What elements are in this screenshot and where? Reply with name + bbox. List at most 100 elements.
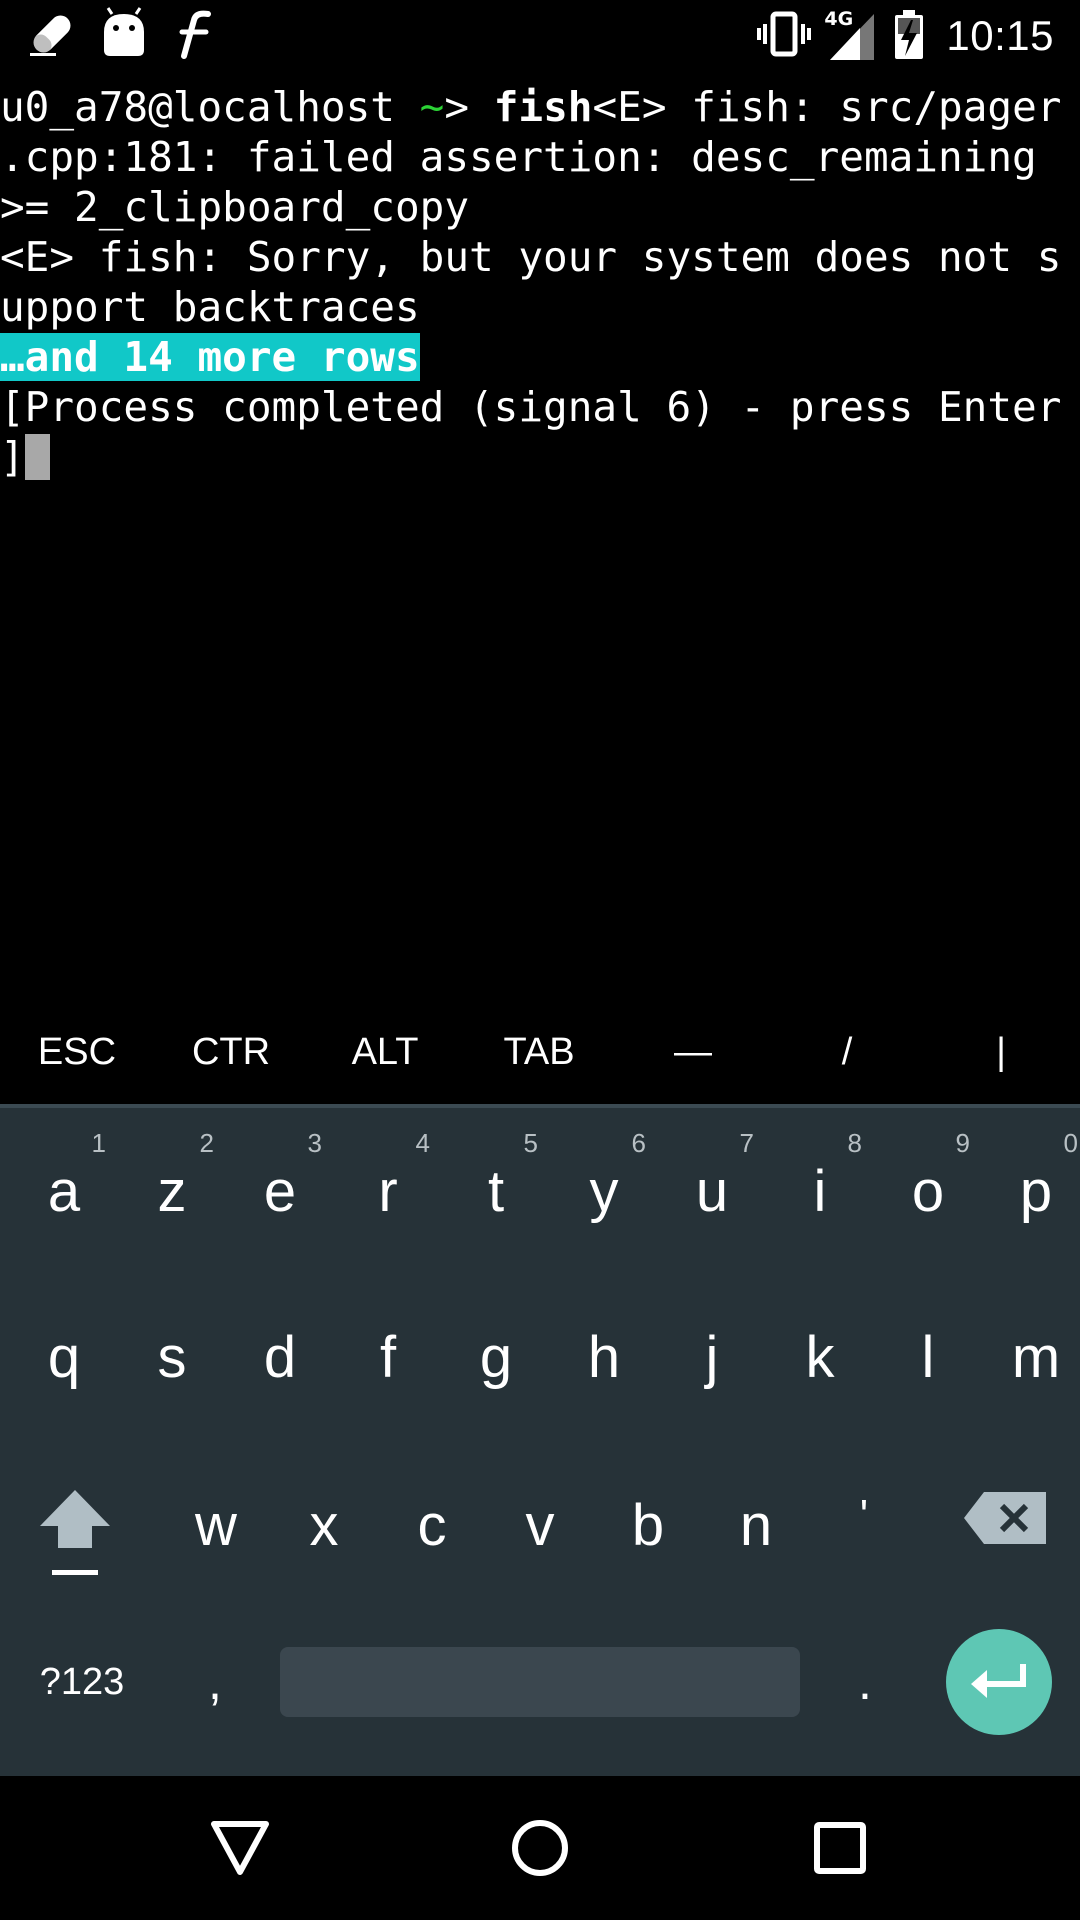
status-bar: 4G 10:15 <box>0 0 1080 72</box>
key-label: n <box>739 1493 773 1558</box>
key-hint: 3 <box>307 1128 322 1158</box>
terminal-line: u0_a78@localhost ~> fish<E> fish: src/pa… <box>0 82 1080 132</box>
space-bar[interactable] <box>280 1647 800 1717</box>
key-label: t <box>487 1159 505 1224</box>
key-m[interactable]: m <box>982 1318 1080 1398</box>
dash-key[interactable]: — <box>616 1031 770 1074</box>
key-u[interactable]: 7u <box>658 1128 766 1228</box>
keyboard-divider <box>0 1104 1080 1108</box>
key-c[interactable]: c <box>378 1486 486 1566</box>
backspace-icon <box>964 1492 1046 1544</box>
key-j[interactable]: j <box>658 1318 766 1398</box>
key-q[interactable]: q <box>10 1318 118 1398</box>
key-label: v <box>525 1493 555 1558</box>
esc-key[interactable]: ESC <box>0 1031 154 1074</box>
key-x[interactable]: x <box>270 1486 378 1566</box>
key-label: g <box>479 1325 513 1390</box>
android-icon <box>98 6 150 66</box>
recents-square-icon <box>814 1822 866 1874</box>
key-a[interactable]: 1a <box>10 1128 118 1228</box>
key-hint: 4 <box>415 1128 430 1158</box>
terminal-line: [Process completed (signal 6) - press En… <box>0 383 1062 431</box>
tab-key[interactable]: TAB <box>462 1031 616 1074</box>
back-triangle-icon <box>211 1821 269 1875</box>
key-z[interactable]: 2z <box>118 1128 226 1228</box>
key-hint: 9 <box>955 1128 970 1158</box>
key-l[interactable]: l <box>874 1318 982 1398</box>
key-label: z <box>157 1159 187 1224</box>
shift-key[interactable] <box>30 1482 120 1582</box>
key-label: h <box>587 1325 621 1390</box>
key-label: f <box>379 1325 397 1390</box>
key-y[interactable]: 6y <box>550 1128 658 1228</box>
key-label: ' <box>859 1491 869 1540</box>
key-label: j <box>705 1325 719 1390</box>
key-label: c <box>417 1493 447 1558</box>
battery-charging-icon <box>892 6 926 66</box>
prompt-command: fish <box>493 83 593 131</box>
terminal-line: upport backtraces <box>0 283 420 331</box>
terminal-cursor <box>24 434 50 480</box>
key-apostrophe[interactable]: ' <box>810 1486 918 1566</box>
symbols-key[interactable]: ?123 <box>22 1650 142 1714</box>
enter-key[interactable] <box>946 1629 1052 1735</box>
key-label: l <box>921 1325 935 1390</box>
key-k[interactable]: k <box>766 1318 874 1398</box>
terminal-line: …and 14 more rows <box>0 332 1080 382</box>
vibrate-icon <box>756 6 812 66</box>
key-n[interactable]: n <box>702 1486 810 1566</box>
terminal-bracket: ] <box>0 433 25 481</box>
home-circle-icon <box>512 1820 568 1876</box>
key-hint: 2 <box>199 1128 214 1158</box>
network-type-label: 4G <box>824 8 854 30</box>
key-label: w <box>195 1493 237 1558</box>
key-label: k <box>805 1325 835 1390</box>
highlighted-text: …and 14 more rows <box>0 333 420 381</box>
key-label: r <box>378 1159 398 1224</box>
signal-4g-icon: 4G <box>824 8 878 64</box>
key-hint: 5 <box>523 1128 538 1158</box>
key-h[interactable]: h <box>550 1318 658 1398</box>
home-button[interactable] <box>500 1808 580 1888</box>
key-label: p <box>1019 1159 1053 1224</box>
terminal-line: >= 2_clipboard_copy <box>0 183 469 231</box>
key-v[interactable]: v <box>486 1486 594 1566</box>
key-label: m <box>1011 1325 1061 1390</box>
clock: 10:15 <box>946 12 1054 59</box>
key-label: q <box>47 1325 81 1390</box>
terminal-line: ] <box>0 432 1080 482</box>
key-hint: 0 <box>1063 1128 1078 1158</box>
comma-key[interactable]: , <box>190 1650 240 1714</box>
key-label: y <box>589 1159 619 1224</box>
key-o[interactable]: 9o <box>874 1128 982 1228</box>
key-t[interactable]: 5t <box>442 1128 550 1228</box>
backspace-key[interactable] <box>962 1488 1050 1548</box>
terminal-output[interactable]: u0_a78@localhost ~> fish<E> fish: src/pa… <box>0 82 1080 982</box>
key-s[interactable]: s <box>118 1318 226 1398</box>
prompt-user: u0_a78@localhost <box>0 83 395 131</box>
recents-button[interactable] <box>800 1808 880 1888</box>
ctrl-key[interactable]: CTR <box>154 1031 308 1074</box>
key-p[interactable]: 0p <box>982 1128 1080 1228</box>
key-w[interactable]: w <box>162 1486 270 1566</box>
key-label: b <box>631 1493 665 1558</box>
key-hint: 6 <box>631 1128 646 1158</box>
key-f[interactable]: f <box>334 1318 442 1398</box>
shift-icon <box>40 1490 110 1575</box>
period-key[interactable]: . <box>840 1650 890 1714</box>
key-hint: 8 <box>847 1128 862 1158</box>
key-b[interactable]: b <box>594 1486 702 1566</box>
pipe-key[interactable]: | <box>924 1031 1078 1074</box>
key-i[interactable]: 8i <box>766 1128 874 1228</box>
key-label: i <box>813 1159 827 1224</box>
key-label: e <box>263 1159 297 1224</box>
slash-key[interactable]: / <box>770 1031 924 1074</box>
key-d[interactable]: d <box>226 1318 334 1398</box>
terminal-line: <E> fish: Sorry, but your system does no… <box>0 233 1062 281</box>
key-e[interactable]: 3e <box>226 1128 334 1228</box>
key-g[interactable]: g <box>442 1318 550 1398</box>
period-key-label: . <box>858 1654 872 1710</box>
back-button[interactable] <box>200 1808 280 1888</box>
key-r[interactable]: 4r <box>334 1128 442 1228</box>
alt-key[interactable]: ALT <box>308 1031 462 1074</box>
